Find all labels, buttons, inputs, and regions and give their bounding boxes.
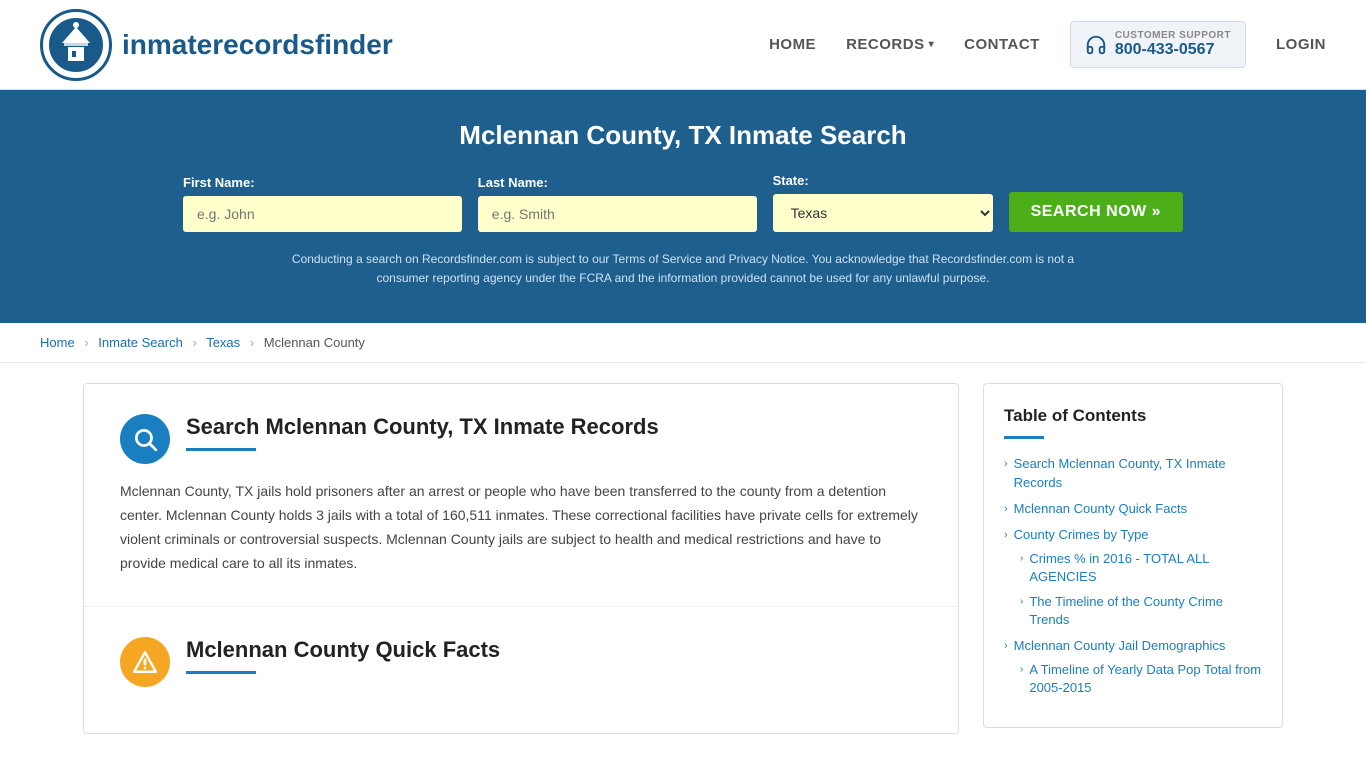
- chevron-sub-1: ›: [1020, 552, 1023, 566]
- last-name-group: Last Name:: [478, 175, 757, 232]
- chevron-sub-3: ›: [1020, 663, 1023, 677]
- first-name-label: First Name:: [183, 175, 462, 190]
- records-dropdown-icon: ▾: [929, 39, 935, 50]
- sidebar: Table of Contents › Search Mclennan Coun…: [983, 383, 1283, 733]
- section1-underline: [186, 448, 256, 451]
- support-number: 800-433-0567: [1115, 41, 1231, 59]
- first-name-input[interactable]: [183, 196, 462, 232]
- toc-link-3[interactable]: › County Crimes by Type: [1004, 526, 1262, 544]
- breadcrumb-sep-1: ›: [84, 335, 88, 350]
- chevron-icon-2: ›: [1004, 502, 1008, 517]
- article: Search Mclennan County, TX Inmate Record…: [83, 383, 959, 733]
- search-button[interactable]: SEARCH NOW »: [1009, 192, 1183, 232]
- toc-title: Table of Contents: [1004, 406, 1262, 426]
- nav-home[interactable]: HOME: [769, 36, 816, 53]
- chevron-icon-4: ›: [1004, 639, 1008, 654]
- toc-box: Table of Contents › Search Mclennan Coun…: [983, 383, 1283, 728]
- support-text: CUSTOMER SUPPORT 800-433-0567: [1115, 30, 1231, 59]
- section1-title: Search Mclennan County, TX Inmate Record…: [186, 414, 922, 440]
- last-name-input[interactable]: [478, 196, 757, 232]
- search-form: First Name: Last Name: State: AlabamaAla…: [183, 173, 1183, 232]
- support-label: CUSTOMER SUPPORT: [1115, 30, 1231, 41]
- disclaimer: Conducting a search on Recordsfinder.com…: [273, 250, 1093, 288]
- nav-contact[interactable]: CONTACT: [964, 36, 1040, 53]
- toc-item-1: › Search Mclennan County, TX Inmate Reco…: [1004, 455, 1262, 491]
- section-quick-facts: Mclennan County Quick Facts: [84, 607, 958, 733]
- breadcrumb: Home › Inmate Search › Texas › Mclennan …: [0, 323, 1366, 363]
- breadcrumb-texas[interactable]: Texas: [206, 335, 240, 350]
- first-name-group: First Name:: [183, 175, 462, 232]
- customer-support-box[interactable]: CUSTOMER SUPPORT 800-433-0567: [1070, 21, 1246, 68]
- toc-sub-item-1: › Crimes % in 2016 - TOTAL ALL AGENCIES: [1020, 550, 1262, 586]
- nav-records[interactable]: RECORDS ▾: [846, 36, 934, 53]
- chevron-icon-1: ›: [1004, 457, 1008, 472]
- banner-title: Mclennan County, TX Inmate Search: [40, 120, 1326, 151]
- breadcrumb-inmate-search[interactable]: Inmate Search: [98, 335, 183, 350]
- state-group: State: AlabamaAlaskaArizonaArkansasCalif…: [773, 173, 993, 232]
- toc-sub-item-2: › The Timeline of the County Crime Trend…: [1020, 593, 1262, 629]
- info-icon-circle: [120, 637, 170, 687]
- toc-item-3: › County Crimes by Type › Crimes % in 20…: [1004, 526, 1262, 629]
- section2-title: Mclennan County Quick Facts: [186, 637, 922, 663]
- toc-link-2[interactable]: › Mclennan County Quick Facts: [1004, 500, 1262, 518]
- header: inmaterecordsfinder HOME RECORDS ▾ CONTA…: [0, 0, 1366, 90]
- breadcrumb-sep-2: ›: [192, 335, 196, 350]
- search-banner: Mclennan County, TX Inmate Search First …: [0, 90, 1366, 323]
- breadcrumb-current: Mclennan County: [264, 335, 365, 350]
- main-nav: HOME RECORDS ▾ CONTACT CUSTOMER SUPPORT …: [769, 21, 1326, 68]
- section1-title-wrap: Search Mclennan County, TX Inmate Record…: [186, 414, 922, 451]
- section2-title-wrap: Mclennan County Quick Facts: [186, 637, 922, 674]
- section2-header: Mclennan County Quick Facts: [120, 637, 922, 687]
- chevron-sub-2: ›: [1020, 595, 1023, 609]
- breadcrumb-home[interactable]: Home: [40, 335, 75, 350]
- section-inmate-records: Search Mclennan County, TX Inmate Record…: [84, 384, 958, 606]
- logo-text: inmaterecordsfinder: [122, 29, 393, 61]
- logo-icon: [40, 9, 112, 81]
- state-select[interactable]: AlabamaAlaskaArizonaArkansasCaliforniaCo…: [773, 194, 993, 232]
- section2-underline: [186, 671, 256, 674]
- toc-link-4[interactable]: › Mclennan County Jail Demographics: [1004, 637, 1262, 655]
- toc-sub-link-3[interactable]: › A Timeline of Yearly Data Pop Total fr…: [1020, 661, 1262, 697]
- toc-sub-link-1[interactable]: › Crimes % in 2016 - TOTAL ALL AGENCIES: [1020, 550, 1262, 586]
- main-content: Search Mclennan County, TX Inmate Record…: [43, 383, 1323, 733]
- search-icon-circle: [120, 414, 170, 464]
- chevron-icon-3: ›: [1004, 528, 1008, 543]
- toc-sub-link-2[interactable]: › The Timeline of the County Crime Trend…: [1020, 593, 1262, 629]
- section1-body: Mclennan County, TX jails hold prisoners…: [120, 480, 922, 575]
- toc-sub-list: › Crimes % in 2016 - TOTAL ALL AGENCIES …: [1020, 550, 1262, 629]
- search-icon: [132, 426, 158, 452]
- toc-sub-list-2: › A Timeline of Yearly Data Pop Total fr…: [1020, 661, 1262, 697]
- login-button[interactable]: LOGIN: [1276, 36, 1326, 53]
- headphone-icon: [1085, 34, 1107, 56]
- section1-header: Search Mclennan County, TX Inmate Record…: [120, 414, 922, 464]
- toc-divider: [1004, 436, 1044, 439]
- breadcrumb-sep-3: ›: [250, 335, 254, 350]
- toc-link-1[interactable]: › Search Mclennan County, TX Inmate Reco…: [1004, 455, 1262, 491]
- toc-item-4: › Mclennan County Jail Demographics › A …: [1004, 637, 1262, 698]
- toc-list: › Search Mclennan County, TX Inmate Reco…: [1004, 455, 1262, 697]
- toc-sub-item-3: › A Timeline of Yearly Data Pop Total fr…: [1020, 661, 1262, 697]
- toc-item-2: › Mclennan County Quick Facts: [1004, 500, 1262, 518]
- state-label: State:: [773, 173, 993, 188]
- logo-area: inmaterecordsfinder: [40, 9, 393, 81]
- last-name-label: Last Name:: [478, 175, 757, 190]
- warning-icon: [132, 649, 158, 675]
